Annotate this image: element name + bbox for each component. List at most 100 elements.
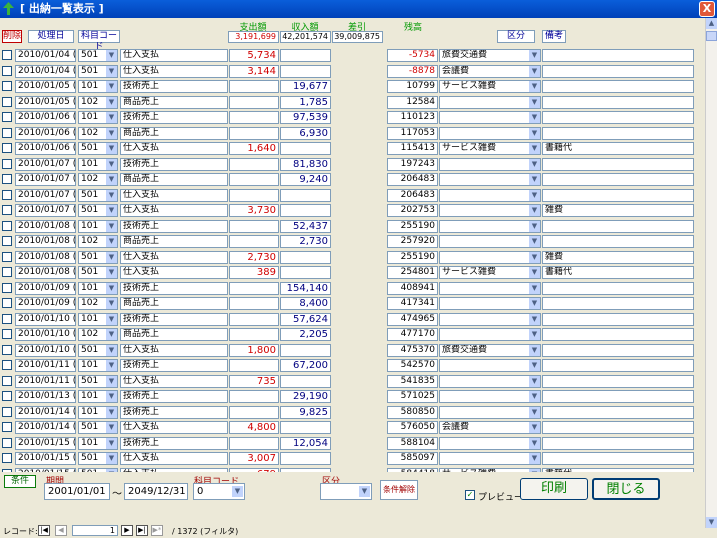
row-memo[interactable]: 雑費 — [542, 250, 694, 264]
prev-record-icon[interactable]: ◀ — [55, 525, 67, 536]
row-memo[interactable] — [542, 219, 694, 233]
row-date[interactable]: 2010/01/04 (月) — [15, 64, 76, 78]
preview-checkbox[interactable]: ✓ — [465, 490, 475, 500]
row-code-select[interactable]: 501 ▼ — [78, 266, 118, 279]
row-code-select[interactable]: 501 ▼ — [78, 204, 118, 217]
row-account-name[interactable]: 商品売上 — [120, 95, 228, 109]
table-row[interactable]: 2010/01/11 (月)501▼仕入支払735541835▼ — [0, 374, 705, 390]
dropdown-arrow-icon[interactable]: ▼ — [106, 81, 117, 92]
row-date[interactable]: 2010/01/04 (月) — [15, 49, 76, 62]
row-memo[interactable] — [542, 421, 694, 434]
row-category-select[interactable]: ▼ — [439, 312, 541, 326]
row-select-checkbox[interactable] — [2, 406, 12, 417]
row-account-name[interactable]: 技術売上 — [120, 405, 228, 419]
dropdown-arrow-icon[interactable]: ▼ — [106, 112, 117, 123]
row-select-checkbox[interactable] — [2, 205, 12, 215]
row-select-checkbox[interactable] — [2, 143, 12, 153]
row-code-select[interactable]: 102 ▼ — [78, 126, 118, 140]
table-row[interactable]: 2010/01/10 (日)102▼商品売上2,205477170▼ — [0, 327, 705, 343]
table-row[interactable]: 2010/01/04 (月)501▼仕入支払5,734-5734旅費交通費▼ — [0, 48, 705, 64]
row-select-checkbox[interactable] — [2, 391, 12, 401]
row-code-select[interactable]: 102 ▼ — [78, 95, 118, 109]
row-date[interactable]: 2010/01/11 (月) — [15, 374, 76, 388]
row-category-select[interactable]: サービス雑費 ▼ — [439, 266, 541, 279]
row-expense[interactable] — [229, 188, 279, 202]
row-date[interactable]: 2010/01/06 (水) — [15, 142, 76, 155]
dropdown-arrow-icon[interactable]: ▼ — [529, 112, 540, 123]
row-expense[interactable]: 2,730 — [229, 250, 279, 264]
row-category-select[interactable]: ▼ — [439, 204, 541, 217]
row-code-select[interactable]: 101 ▼ — [78, 80, 118, 93]
dropdown-arrow-icon[interactable]: ▼ — [106, 360, 117, 371]
dropdown-arrow-icon[interactable]: ▼ — [529, 298, 540, 309]
row-expense[interactable] — [229, 281, 279, 295]
row-category-select[interactable]: ▼ — [439, 297, 541, 310]
row-income[interactable] — [280, 421, 331, 434]
row-select-checkbox[interactable] — [2, 298, 12, 308]
row-date[interactable]: 2010/01/05 (火) — [15, 80, 76, 93]
table-row[interactable]: 2010/01/05 (火)101▼技術売上19,67710799サービス雑費▼ — [0, 79, 705, 95]
close-button[interactable]: 閉じる — [592, 478, 660, 500]
row-category-select[interactable]: ▼ — [439, 374, 541, 388]
dropdown-arrow-icon[interactable]: ▼ — [529, 313, 540, 325]
row-expense[interactable]: 1,800 — [229, 343, 279, 357]
row-memo[interactable] — [542, 328, 694, 341]
row-code-select[interactable]: 101 ▼ — [78, 436, 118, 450]
row-date[interactable]: 2010/01/08 (金) — [15, 250, 76, 264]
row-code-select[interactable]: 101 ▼ — [78, 405, 118, 419]
close-icon[interactable]: X — [699, 1, 715, 17]
row-category-select[interactable]: ▼ — [439, 281, 541, 295]
row-select-checkbox[interactable] — [2, 81, 12, 91]
row-expense[interactable] — [229, 312, 279, 326]
row-select-checkbox[interactable] — [2, 344, 12, 355]
dropdown-arrow-icon[interactable]: ▼ — [529, 158, 540, 170]
row-code-select[interactable]: 101 ▼ — [78, 111, 118, 124]
tab-conditions[interactable]: 条件 — [4, 475, 36, 488]
date-to-input[interactable]: 2049/12/31 — [124, 483, 188, 500]
row-account-name[interactable]: 技術売上 — [120, 359, 228, 372]
row-category-select[interactable]: ▼ — [439, 157, 541, 171]
dropdown-arrow-icon[interactable]: ▼ — [529, 453, 540, 464]
row-account-name[interactable]: 仕入支払 — [120, 188, 228, 202]
row-select-checkbox[interactable] — [2, 453, 12, 463]
row-date[interactable]: 2010/01/14 (木) — [15, 405, 76, 419]
row-category-select[interactable]: 会議費 ▼ — [439, 64, 541, 78]
row-date[interactable]: 2010/01/08 (金) — [15, 235, 76, 248]
table-row[interactable]: 2010/01/14 (木)101▼技術売上9,825580850▼ — [0, 405, 705, 421]
row-account-name[interactable]: 仕入支払 — [120, 343, 228, 357]
table-row[interactable]: 2010/01/07 (木)501▼仕入支払206483▼ — [0, 188, 705, 204]
row-select-checkbox[interactable] — [2, 375, 12, 386]
clear-conditions-button[interactable]: 条件解除 — [380, 480, 418, 500]
row-account-name[interactable]: 技術売上 — [120, 80, 228, 93]
table-row[interactable]: 2010/01/15 (金)501▼仕入支払3,007585097▼ — [0, 451, 705, 467]
table-row[interactable]: 2010/01/06 (水)101▼技術売上97,539110123▼ — [0, 110, 705, 126]
row-code-select[interactable]: 101 ▼ — [78, 359, 118, 372]
row-expense[interactable] — [229, 297, 279, 310]
row-expense[interactable] — [229, 390, 279, 403]
last-record-icon[interactable]: ▶| — [136, 525, 148, 536]
row-select-checkbox[interactable] — [2, 422, 12, 432]
row-code-select[interactable]: 101 ▼ — [78, 281, 118, 295]
row-code-select[interactable]: 501 ▼ — [78, 250, 118, 264]
row-account-name[interactable]: 商品売上 — [120, 173, 228, 186]
table-row[interactable]: 2010/01/07 (木)501▼仕入支払3,730202753▼雑費 — [0, 203, 705, 219]
row-select-checkbox[interactable] — [2, 127, 12, 138]
first-record-icon[interactable]: |◀ — [38, 525, 50, 536]
row-account-name[interactable]: 技術売上 — [120, 436, 228, 450]
row-income[interactable] — [280, 49, 331, 62]
dropdown-arrow-icon[interactable]: ▼ — [529, 96, 540, 108]
row-code-select[interactable]: 501 ▼ — [78, 374, 118, 388]
row-select-checkbox[interactable] — [2, 313, 12, 324]
row-income[interactable]: 19,677 — [280, 80, 331, 93]
row-category-select[interactable]: サービス雑費 ▼ — [439, 80, 541, 93]
row-select-checkbox[interactable] — [2, 267, 12, 277]
row-account-name[interactable]: 仕入支払 — [120, 64, 228, 78]
row-income[interactable]: 9,240 — [280, 173, 331, 186]
row-expense[interactable] — [229, 111, 279, 124]
dropdown-arrow-icon[interactable]: ▼ — [529, 422, 540, 433]
row-code-select[interactable]: 501 ▼ — [78, 343, 118, 357]
dropdown-arrow-icon[interactable]: ▼ — [529, 174, 540, 185]
dropdown-arrow-icon[interactable]: ▼ — [529, 236, 540, 247]
dropdown-arrow-icon[interactable]: ▼ — [529, 329, 540, 340]
row-category-select[interactable]: 旅費交通費 ▼ — [439, 343, 541, 357]
